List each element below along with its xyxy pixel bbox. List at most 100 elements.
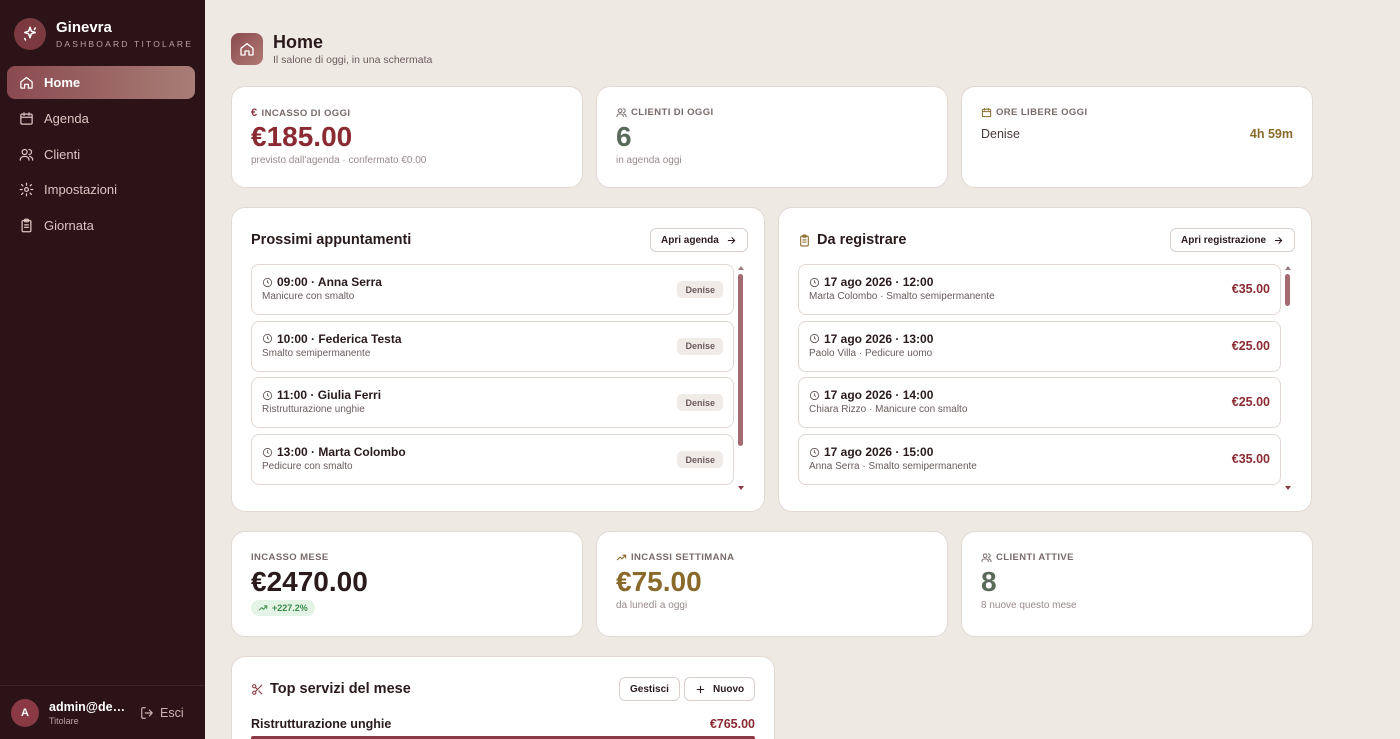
list-item[interactable]: 10:00 · Federica Testa Smalto semiperman…: [251, 320, 734, 372]
staff-name: Denise: [981, 127, 1020, 141]
stat-label: CLIENTI ATTIVE: [981, 552, 1074, 563]
register-amount: €35.00: [1231, 452, 1270, 467]
euro-icon: €: [251, 107, 258, 119]
scroll-down-icon[interactable]: [1285, 486, 1291, 490]
user-role: Titolare: [49, 715, 79, 726]
brand-subtitle: DASHBOARD TITOLARE: [56, 38, 194, 49]
scroll-down-icon[interactable]: [738, 486, 744, 490]
service-name: Ristrutturazione unghie: [251, 717, 392, 731]
list-item[interactable]: 13:00 · Marta Colombo Pedicure con smalt…: [251, 434, 734, 486]
service-amount: €765.00: [709, 717, 755, 731]
clock-icon: [809, 390, 820, 400]
appointment-title: 13:00 · Marta Colombo: [262, 445, 406, 459]
sidebar-item-giornata[interactable]: Giornata: [7, 209, 195, 241]
scroll-up-icon[interactable]: [738, 266, 744, 270]
register-detail: Chiara Rizzo · Manicure con smalto: [809, 404, 968, 416]
list-item[interactable]: 09:00 · Anna Serra Manicure con smalto D…: [251, 264, 734, 315]
to-register-list[interactable]: 17 ago 2026 · 12:00 Marta Colombo · Smal…: [798, 264, 1281, 491]
logout-button[interactable]: Esci: [140, 706, 184, 720]
user-info: admin@demo.it Titolare: [49, 700, 129, 726]
list-item[interactable]: 11:00 · Giulia Ferri Ristrutturazione un…: [251, 377, 734, 429]
calendar-icon: [20, 112, 33, 125]
appointment-title: 11:00 · Giulia Ferri: [262, 388, 381, 402]
register-detail: Paolo Villa · Pedicure uomo: [809, 347, 933, 359]
register-amount: €35.00: [1231, 282, 1270, 296]
trend-up-icon: [258, 605, 268, 611]
stat-value: €185.00: [251, 121, 353, 152]
plus-icon: [696, 685, 705, 693]
clock-icon: [262, 334, 273, 344]
register-title: 17 ago 2026 · 13:00: [809, 332, 933, 346]
sidebar-item-clienti[interactable]: Clienti: [7, 138, 195, 170]
stat-label: INCASSO MESE: [251, 552, 329, 563]
scroll-thumb[interactable]: [738, 274, 743, 446]
sparkle-icon: [14, 18, 46, 50]
clock-icon: [262, 447, 273, 457]
stat-value: 8: [981, 566, 997, 597]
list-item[interactable]: 17 ago 2026 · 14:00 Chiara Rizzo · Manic…: [798, 377, 1281, 429]
sidebar-item-home[interactable]: Home: [7, 66, 195, 99]
sidebar-item-label: Home: [44, 75, 81, 90]
stat-value: €2470.00: [251, 566, 368, 597]
clipboard-icon: [800, 234, 809, 246]
list-item[interactable]: 17 ago 2026 · 15:00 Anna Serra · Smalto …: [798, 434, 1281, 486]
register-title: 17 ago 2026 · 15:00: [809, 445, 933, 459]
stat-label: INCASSI SETTIMANA: [616, 552, 734, 563]
stat-card-clienti-attive: CLIENTI ATTIVE 8 8 nuove questo mese: [961, 531, 1313, 637]
page-title: Home: [273, 32, 324, 52]
stat-label: € INCASSO DI OGGI: [251, 107, 351, 119]
sidebar-item-impostazioni[interactable]: Impostazioni: [7, 174, 195, 206]
sidebar-item-agenda[interactable]: Agenda: [7, 103, 195, 135]
register-title: 17 ago 2026 · 14:00: [809, 388, 933, 402]
sidebar-item-label: Agenda: [44, 111, 89, 127]
stat-note: in agenda oggi: [616, 155, 682, 166]
scroll-up-icon[interactable]: [1285, 266, 1291, 270]
trend-up-icon: [616, 554, 627, 561]
stat-note: previsto dall'agenda · confermato €0.00: [251, 155, 427, 166]
register-amount: €25.00: [1231, 395, 1270, 410]
clock-icon: [262, 390, 273, 400]
manage-services-button[interactable]: Gestisci: [619, 677, 680, 701]
users-icon: [616, 108, 627, 118]
service-row: Ristrutturazione unghie €765.00: [251, 717, 755, 731]
new-service-button[interactable]: Nuovo: [684, 677, 756, 701]
clock-icon: [262, 277, 273, 287]
open-agenda-button[interactable]: Apri agenda: [650, 228, 748, 252]
sidebar: Ginevra DASHBOARD TITOLARE Home Agenda C…: [0, 0, 205, 739]
scissors-icon: [252, 683, 263, 695]
staff-badge: Denise: [677, 337, 723, 355]
appointment-title: 10:00 · Federica Testa: [262, 332, 402, 346]
open-register-button[interactable]: Apri registrazione: [1170, 228, 1296, 252]
staff-free-hours: 4h 59m: [1249, 127, 1293, 141]
register-amount: €25.00: [1231, 338, 1270, 353]
users-icon: [19, 148, 34, 161]
arrow-right-icon: [727, 236, 736, 244]
to-register-panel: Da registrare Apri registrazione 17 ago …: [778, 207, 1312, 512]
stat-label: CLIENTI DI OGGI: [616, 107, 714, 118]
calendar-icon: [981, 107, 992, 118]
trend-badge: +227.2%: [251, 600, 315, 616]
scrollbar[interactable]: [738, 266, 744, 492]
list-item[interactable]: 17 ago 2026 · 13:00 Paolo Villa · Pedicu…: [798, 320, 1281, 372]
brand[interactable]: Ginevra DASHBOARD TITOLARE: [14, 18, 193, 50]
home-icon: [20, 76, 33, 89]
stat-note: da lunedì a oggi: [616, 600, 688, 611]
scrollbar[interactable]: [1285, 266, 1291, 492]
scroll-thumb[interactable]: [1285, 274, 1290, 306]
sidebar-item-label: Clienti: [44, 146, 81, 162]
staff-badge: Denise: [677, 451, 723, 469]
avatar[interactable]: A: [11, 698, 39, 727]
home-icon: [231, 33, 263, 65]
appointments-list[interactable]: 09:00 · Anna Serra Manicure con smalto D…: [251, 264, 734, 491]
clipboard-icon: [21, 218, 32, 233]
stat-card-ore-libere: ORE LIBERE OGGI Denise 4h 59m: [961, 86, 1313, 188]
arrow-right-icon: [1274, 236, 1283, 244]
users-icon: [981, 553, 992, 563]
list-item[interactable]: 17 ago 2026 · 12:00 Marta Colombo · Smal…: [798, 264, 1281, 315]
user-email: admin@demo.it: [49, 699, 129, 714]
appointment-service: Pedicure con smalto: [262, 461, 353, 473]
register-title: 17 ago 2026 · 12:00: [809, 275, 933, 289]
appointment-service: Smalto semipermanente: [262, 347, 371, 359]
clock-icon: [809, 447, 820, 457]
clock-icon: [809, 277, 820, 287]
